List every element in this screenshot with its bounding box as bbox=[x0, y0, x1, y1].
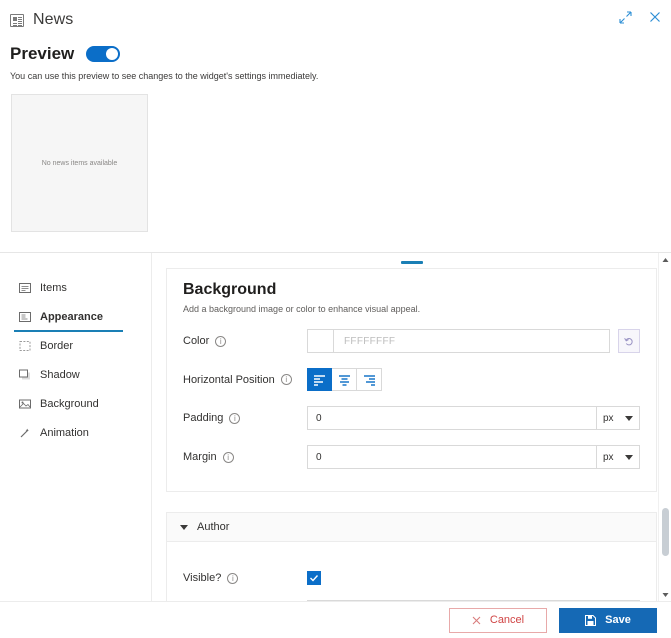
preview-toggle[interactable] bbox=[86, 46, 121, 62]
sidebar-item-border[interactable]: Border bbox=[0, 331, 151, 360]
sidebar-item-background[interactable]: Background bbox=[0, 389, 151, 418]
expand-diagonal-icon[interactable] bbox=[617, 9, 633, 25]
background-subtitle: Add a background image or color to enhan… bbox=[183, 304, 421, 314]
dialog-footer: Cancel Save bbox=[0, 601, 671, 638]
close-icon[interactable] bbox=[647, 9, 663, 25]
margin-input[interactable]: 0 bbox=[307, 445, 596, 469]
visible-row: Visible? i bbox=[183, 571, 640, 585]
padding-unit-value: px bbox=[603, 412, 614, 424]
shadow-icon bbox=[19, 369, 31, 381]
author-accordion-header[interactable]: Author bbox=[166, 512, 657, 542]
background-image-icon bbox=[19, 398, 31, 410]
preview-heading: Preview bbox=[10, 44, 75, 63]
list-icon bbox=[19, 282, 31, 294]
panel-drag-handle[interactable] bbox=[400, 261, 423, 264]
horizontal-position-row: Horizontal Position i bbox=[183, 368, 640, 391]
settings-area: Items Appearance Border Shadow Backgroun… bbox=[0, 253, 671, 601]
undo-icon[interactable] bbox=[618, 329, 640, 353]
author-section-title: Author bbox=[197, 521, 230, 533]
sidebar-item-label: Appearance bbox=[40, 310, 103, 323]
background-title: Background bbox=[183, 281, 277, 298]
info-icon[interactable]: i bbox=[215, 335, 227, 347]
chevron-down-icon bbox=[180, 524, 188, 530]
horizontal-position-group bbox=[307, 368, 382, 391]
color-label: Color bbox=[183, 335, 210, 347]
color-label-group: Color i bbox=[183, 335, 307, 347]
preview-empty-message: No news items available bbox=[41, 159, 118, 167]
info-icon[interactable]: i bbox=[222, 451, 234, 463]
sidebar-item-label: Items bbox=[40, 281, 67, 294]
sidebar-item-animation[interactable]: Animation bbox=[0, 418, 151, 447]
horizontal-position-label-group: Horizontal Position i bbox=[183, 374, 307, 386]
toggle-knob bbox=[106, 48, 119, 60]
horizontal-position-label: Horizontal Position bbox=[183, 373, 275, 386]
padding-row: Padding i 0 px bbox=[183, 406, 640, 430]
save-button[interactable]: Save bbox=[559, 607, 657, 633]
sidebar-item-label: Border bbox=[40, 339, 74, 352]
padding-unit-select[interactable]: px bbox=[596, 406, 640, 430]
chevron-down-icon bbox=[625, 454, 633, 460]
settings-main-panel: Background Add a background image or col… bbox=[152, 253, 671, 601]
color-field-group: FFFFFFFF bbox=[307, 329, 640, 353]
info-icon[interactable]: i bbox=[280, 374, 292, 385]
scroll-down-icon[interactable] bbox=[659, 588, 671, 601]
align-left-icon[interactable] bbox=[307, 368, 332, 391]
settings-sidebar: Items Appearance Border Shadow Backgroun… bbox=[0, 253, 152, 601]
align-right-icon[interactable] bbox=[357, 368, 382, 391]
save-disk-icon bbox=[585, 614, 597, 626]
scrollbar-thumb[interactable] bbox=[662, 508, 669, 556]
sidebar-item-shadow[interactable]: Shadow bbox=[0, 360, 151, 389]
background-card: Background Add a background image or col… bbox=[166, 268, 657, 492]
chevron-down-icon bbox=[625, 415, 633, 421]
preview-canvas: No news items available bbox=[11, 94, 148, 232]
margin-field-group: 0 px bbox=[307, 445, 640, 469]
sidebar-item-label: Shadow bbox=[40, 368, 80, 381]
panel-scrollbar[interactable] bbox=[658, 253, 671, 601]
margin-unit-select[interactable]: px bbox=[596, 445, 640, 469]
preview-header: Preview bbox=[0, 40, 671, 64]
margin-row: Margin i 0 px bbox=[183, 445, 640, 469]
visible-label: Visible? bbox=[183, 572, 222, 584]
window-title-bar: News bbox=[0, 0, 671, 40]
border-icon bbox=[19, 340, 31, 352]
cancel-button-label: Cancel bbox=[489, 614, 525, 626]
appearance-icon bbox=[19, 311, 31, 323]
color-swatch[interactable] bbox=[307, 329, 333, 353]
padding-label-group: Padding i bbox=[183, 412, 307, 424]
padding-label: Padding bbox=[183, 412, 224, 424]
align-center-icon[interactable] bbox=[332, 368, 357, 391]
padding-field-group: 0 px bbox=[307, 406, 640, 430]
sidebar-item-appearance[interactable]: Appearance bbox=[0, 302, 151, 332]
animation-wand-icon bbox=[19, 427, 31, 439]
visible-label-group: Visible? i bbox=[183, 572, 307, 584]
info-icon[interactable]: i bbox=[229, 412, 241, 424]
visible-checkbox[interactable] bbox=[307, 571, 321, 585]
sidebar-item-items[interactable]: Items bbox=[0, 273, 151, 302]
preview-description: You can use this preview to see changes … bbox=[10, 71, 319, 81]
sidebar-item-label: Animation bbox=[40, 426, 89, 439]
cancel-button[interactable]: Cancel bbox=[449, 607, 547, 633]
margin-unit-value: px bbox=[603, 451, 614, 463]
info-icon[interactable]: i bbox=[227, 572, 239, 584]
scroll-up-icon[interactable] bbox=[659, 253, 671, 266]
close-icon bbox=[472, 616, 481, 624]
page-title: News bbox=[33, 11, 74, 28]
padding-input[interactable]: 0 bbox=[307, 406, 596, 430]
author-accordion-body: Visible? i Font size i xs bbox=[166, 542, 657, 601]
news-icon bbox=[10, 13, 24, 27]
margin-label-group: Margin i bbox=[183, 451, 307, 463]
save-button-label: Save bbox=[605, 614, 631, 626]
window-title-group: News bbox=[10, 11, 73, 29]
color-row: Color i FFFFFFFF bbox=[183, 329, 640, 353]
sidebar-item-label: Background bbox=[40, 397, 99, 410]
color-input[interactable]: FFFFFFFF bbox=[333, 329, 610, 353]
margin-label: Margin bbox=[183, 451, 217, 463]
window-actions bbox=[617, 9, 663, 25]
